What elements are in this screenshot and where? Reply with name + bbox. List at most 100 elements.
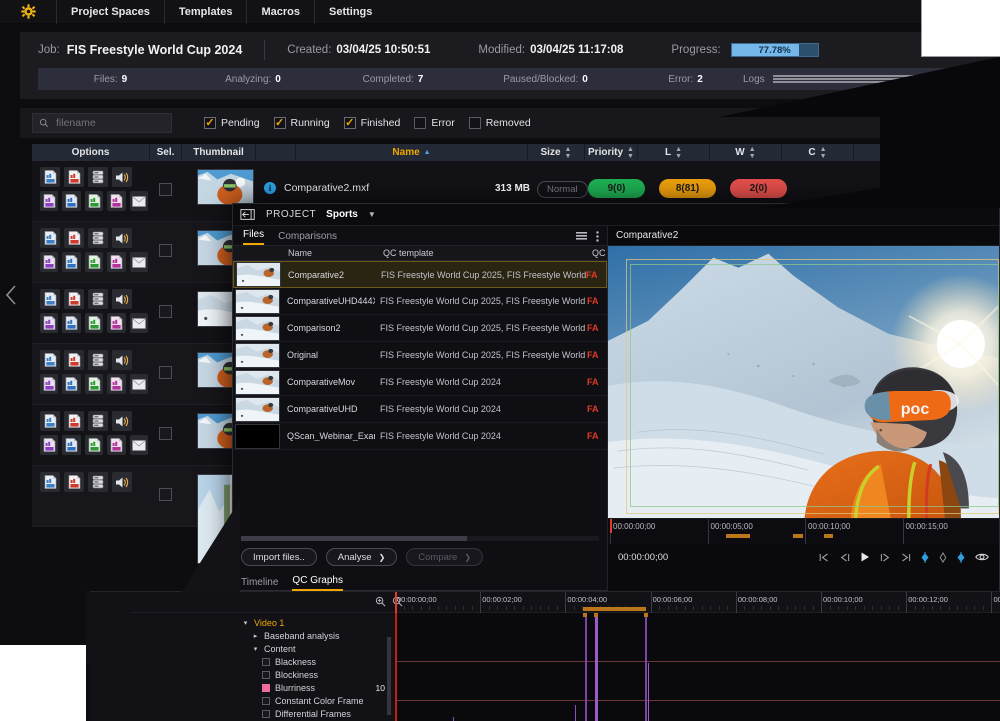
row-select-checkbox[interactable] xyxy=(159,305,172,318)
graph-range-marker[interactable] xyxy=(583,607,646,611)
database-icon[interactable] xyxy=(88,411,108,431)
tab-files[interactable]: Files xyxy=(243,229,264,245)
export-blue-icon[interactable] xyxy=(62,191,80,211)
filter-finished[interactable]: ✓ Finished xyxy=(344,117,401,129)
sort-toggle-icon[interactable]: ▲▼ xyxy=(565,146,572,160)
playhead[interactable] xyxy=(610,519,612,533)
mail-icon[interactable] xyxy=(130,374,148,394)
audio-icon[interactable] xyxy=(112,289,132,309)
export-blue-icon[interactable] xyxy=(62,374,80,394)
app-logo[interactable] xyxy=(0,0,56,24)
timeline-marker[interactable] xyxy=(824,534,833,538)
database-icon[interactable] xyxy=(88,289,108,309)
row-select-checkbox[interactable] xyxy=(159,183,172,196)
database-icon[interactable] xyxy=(88,228,108,248)
export-green-icon[interactable] xyxy=(85,252,103,272)
col-qc-template[interactable]: QC template xyxy=(376,248,585,258)
menu-item-templates[interactable]: Templates xyxy=(164,0,247,24)
menu-item-macros[interactable]: Macros xyxy=(246,0,314,24)
zoom-in-icon[interactable] xyxy=(375,596,386,607)
project-file-row[interactable]: QScan_Webinar_Exampl..FIS Freestyle Worl… xyxy=(233,423,607,450)
preview-timeline-ruler[interactable]: 00:00:00;0000:00:05;0000:00:10;0000:00:1… xyxy=(608,518,999,544)
column-header-size[interactable]: Size▲▼ xyxy=(528,144,585,161)
export-magenta-icon[interactable] xyxy=(107,252,125,272)
back-arrow-icon[interactable] xyxy=(240,208,256,221)
search-box[interactable]: filename xyxy=(32,113,172,133)
checkbox[interactable]: ✓ xyxy=(344,117,356,129)
export-blue-icon[interactable] xyxy=(62,435,80,455)
export-blue-icon[interactable] xyxy=(62,252,80,272)
horizontal-scrollbar-track[interactable] xyxy=(241,536,599,541)
column-header-l[interactable]: L▲▼ xyxy=(638,144,710,161)
audio-icon[interactable] xyxy=(112,167,132,187)
checkbox[interactable]: ✓ xyxy=(204,117,216,129)
pdf-icon[interactable] xyxy=(64,228,84,248)
pdf-icon[interactable] xyxy=(64,472,84,492)
filter-removed[interactable]: Removed xyxy=(469,117,531,129)
qc-tree-node[interactable]: Blackness xyxy=(238,655,393,668)
report-icon[interactable] xyxy=(40,411,60,431)
qc-tree-node[interactable]: ▾Video 1 xyxy=(238,616,393,629)
project-file-row[interactable]: Comparison2FIS Freestyle World Cup 2025,… xyxy=(233,315,607,342)
col-name[interactable]: Name xyxy=(281,248,376,258)
column-header-name[interactable]: Name▲ xyxy=(296,144,528,161)
export-purple-icon[interactable] xyxy=(40,374,58,394)
row-select-checkbox[interactable] xyxy=(159,244,172,257)
column-header-priority[interactable]: Priority▲▼ xyxy=(585,144,638,161)
export-magenta-icon[interactable] xyxy=(107,435,125,455)
chevron-right-icon[interactable]: ▸ xyxy=(252,632,259,640)
export-magenta-icon[interactable] xyxy=(107,374,125,394)
checkbox[interactable] xyxy=(414,117,426,129)
menu-item-settings[interactable]: Settings xyxy=(314,0,386,24)
search-input[interactable]: filename xyxy=(56,117,96,129)
report-icon[interactable] xyxy=(40,350,60,370)
step-forward-icon[interactable] xyxy=(880,552,891,563)
audio-icon[interactable] xyxy=(112,472,132,492)
filter-running[interactable]: ✓ Running xyxy=(274,117,330,129)
chevron-left-icon[interactable] xyxy=(4,284,18,306)
qc-tree-node[interactable]: ▸Baseband analysis xyxy=(238,629,393,642)
pdf-icon[interactable] xyxy=(64,167,84,187)
row-select-checkbox[interactable] xyxy=(159,427,172,440)
timeline-marker[interactable] xyxy=(726,534,750,538)
audio-icon[interactable] xyxy=(112,350,132,370)
project-file-row[interactable]: Comparative2FIS Freestyle World Cup 2025… xyxy=(233,261,607,288)
chevron-down-icon[interactable]: ▼ xyxy=(368,210,376,219)
audio-icon[interactable] xyxy=(112,411,132,431)
pdf-icon[interactable] xyxy=(64,411,84,431)
export-green-icon[interactable] xyxy=(85,374,103,394)
graph-playhead[interactable] xyxy=(395,592,397,613)
row-select-checkbox[interactable] xyxy=(159,488,172,501)
step-back-icon[interactable] xyxy=(839,552,850,563)
mail-icon[interactable] xyxy=(130,191,148,211)
report-icon[interactable] xyxy=(40,289,60,309)
project-name[interactable]: Sports xyxy=(326,209,358,220)
col-qc[interactable]: QC xyxy=(585,248,607,258)
kebab-menu-icon[interactable] xyxy=(596,231,599,242)
qc-metric-checkbox[interactable] xyxy=(262,671,270,679)
tab-timeline[interactable]: Timeline xyxy=(241,577,278,591)
sort-toggle-icon[interactable]: ▲▼ xyxy=(749,146,756,160)
go-to-end-icon[interactable] xyxy=(900,552,911,563)
mail-icon[interactable] xyxy=(130,313,148,333)
qc-tree-node[interactable]: Blockiness xyxy=(238,668,393,681)
export-purple-icon[interactable] xyxy=(40,191,58,211)
filter-pending[interactable]: ✓ Pending xyxy=(204,117,260,129)
database-icon[interactable] xyxy=(88,472,108,492)
pdf-icon[interactable] xyxy=(64,289,84,309)
export-purple-icon[interactable] xyxy=(40,435,58,455)
sort-toggle-icon[interactable]: ▲▼ xyxy=(820,146,827,160)
qc-tree-node[interactable]: Constant Color Frame xyxy=(238,694,393,707)
report-icon[interactable] xyxy=(40,167,60,187)
project-file-row[interactable]: OriginalFIS Freestyle World Cup 2025, FI… xyxy=(233,342,607,369)
qc-tree-node[interactable]: Blurriness10 xyxy=(238,681,393,694)
qc-metric-checkbox[interactable] xyxy=(262,658,270,666)
badge-warnings[interactable]: 8(81) xyxy=(659,179,716,198)
database-icon[interactable] xyxy=(88,167,108,187)
info-icon[interactable]: i xyxy=(264,182,276,194)
export-purple-icon[interactable] xyxy=(40,252,58,272)
database-icon[interactable] xyxy=(88,350,108,370)
export-green-icon[interactable] xyxy=(85,191,103,211)
report-icon[interactable] xyxy=(40,228,60,248)
qc-tree-node[interactable]: Differential Frames xyxy=(238,707,393,720)
